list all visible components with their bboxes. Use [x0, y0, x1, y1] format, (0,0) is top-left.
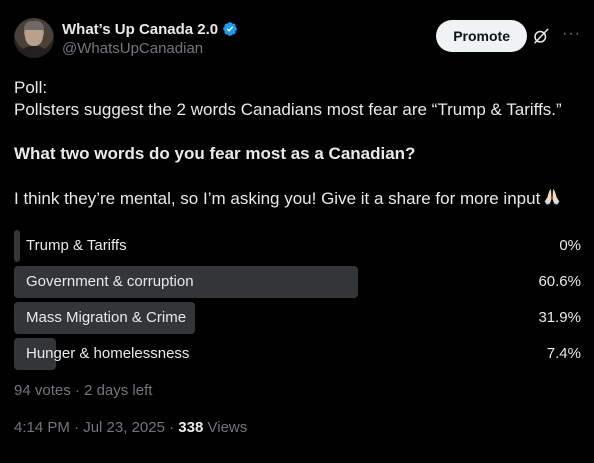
tweet: What’s Up Canada 2.0 @WhatsUpCanadian Pr…	[0, 0, 594, 463]
tweet-line-poll: Poll:	[14, 78, 48, 97]
avatar-hair	[24, 21, 44, 30]
tweet-date[interactable]: Jul 23, 2025	[83, 419, 165, 436]
poll-votes: 94 votes	[14, 382, 71, 399]
more-icon[interactable]: ···	[562, 26, 580, 42]
tweet-line-ask-text: I think they’re mental, so I’m asking yo…	[14, 189, 541, 208]
poll-option-percent: 0%	[559, 237, 581, 254]
poll-option: Mass Migration & Crime 31.9%	[14, 302, 582, 334]
grok-icon[interactable]	[532, 27, 550, 45]
poll-option-percent: 60.6%	[538, 273, 581, 290]
verified-badge-icon	[223, 22, 237, 36]
poll-option-label: Mass Migration & Crime	[26, 309, 187, 326]
tweet-line-ask: I think they’re mental, so I’m asking yo…	[14, 187, 584, 210]
meta-separator: ·	[169, 419, 175, 436]
poll-option-label: Trump & Tariffs	[26, 237, 127, 254]
poll-meta: 94 votes · 2 days left	[14, 382, 152, 399]
poll-option-label: Hunger & homelessness	[26, 345, 190, 362]
tweet-question: What two words do you fear most as a Can…	[14, 144, 416, 163]
poll-bar	[14, 230, 20, 262]
avatar-body	[18, 46, 50, 58]
views-label: Views	[207, 419, 248, 436]
poll-option-percent: 31.9%	[538, 309, 581, 326]
display-name[interactable]: What’s Up Canada 2.0	[62, 21, 218, 38]
tweet-meta: 4:14 PM · Jul 23, 2025 · 338 Views	[14, 419, 247, 436]
poll-option-percent: 7.4%	[546, 345, 581, 362]
poll-separator: ·	[74, 382, 80, 399]
tweet-text: Poll: Pollsters suggest the 2 words Cana…	[14, 77, 584, 210]
views-count: 338	[178, 419, 204, 436]
promote-button[interactable]: Promote	[436, 20, 527, 52]
display-name-row: What’s Up Canada 2.0	[62, 19, 238, 39]
tweet-time[interactable]: 4:14 PM	[14, 419, 70, 436]
meta-separator: ·	[74, 419, 80, 436]
author-names: What’s Up Canada 2.0 @WhatsUpCanadian	[62, 19, 238, 57]
poll-option: Hunger & homelessness 7.4%	[14, 338, 582, 370]
handle[interactable]: @WhatsUpCanadian	[62, 40, 238, 57]
tweet-header: What’s Up Canada 2.0 @WhatsUpCanadian Pr…	[14, 18, 580, 62]
folded-hands-icon	[544, 189, 560, 205]
avatar[interactable]	[14, 18, 54, 58]
poll-option-label: Government & corruption	[26, 273, 194, 290]
tweet-line-pollsters: Pollsters suggest the 2 words Canadians …	[14, 100, 562, 119]
poll: Trump & Tariffs 0% Government & corrupti…	[14, 230, 582, 374]
poll-option: Trump & Tariffs 0%	[14, 230, 582, 262]
poll-time-left: 2 days left	[84, 382, 153, 399]
poll-option: Government & corruption 60.6%	[14, 266, 582, 298]
